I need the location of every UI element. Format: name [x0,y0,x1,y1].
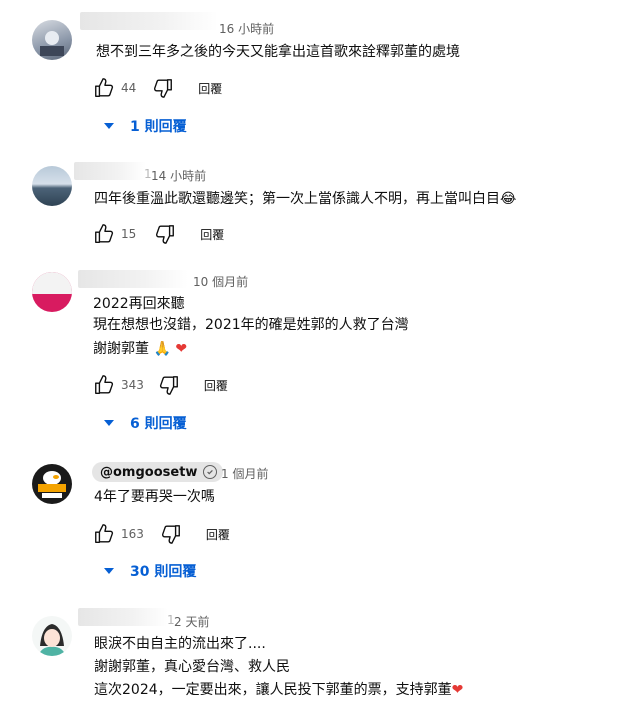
comment-text: 這次2024，一定要出來，讓人民投下郭董的票，支持郭董❤ [94,680,463,701]
comment-text-line: 謝謝郭董 [93,341,149,357]
red-heart-emoji: ❤ [451,682,464,698]
reply-button[interactable]: 回覆 [206,526,230,543]
view-replies-button[interactable]: 30 則回覆 [104,561,196,581]
username-redacted [80,12,218,30]
replies-count-label: 30 則回覆 [130,564,197,580]
comment-actions: 343 回覆 [93,373,228,397]
reply-button[interactable]: 回覆 [204,377,228,394]
comment-time: 16 小時前 [219,22,275,36]
thumbs-up-icon [95,375,114,394]
comment-actions: 163 回覆 [93,522,230,546]
avatar[interactable] [32,616,72,656]
comment-actions: 15 回覆 [93,222,224,246]
avatar[interactable] [32,166,72,206]
comment-text: 謝謝郭董 🙏 ❤ [93,339,187,360]
comment-text-line: 四年後重溫此歌還聽邊笑；第一次上當係識人不明，再上當叫白目 [94,191,500,207]
like-count: 15 [121,227,137,241]
avatar-illustration-icon [38,624,66,656]
chevron-down-icon [104,420,114,426]
comment-time: 10 個月前 [193,275,249,289]
verified-check-icon [203,465,218,479]
laughing-emoji: 😂 [500,191,517,207]
avatar[interactable] [32,272,72,312]
goose-logo-icon [38,471,66,498]
comment-text-line: 4年了要再哭一次嗎 [94,489,215,505]
view-replies-button[interactable]: 1 則回覆 [104,116,187,136]
avatar-image-icon [40,31,64,56]
dislike-button[interactable] [152,77,174,99]
thumbs-down-icon [159,376,178,395]
thumbs-up-icon [95,224,114,243]
like-count: 44 [121,81,137,95]
comment-text: 四年後重溫此歌還聽邊笑；第一次上當係識人不明，再上當叫白目😂 [94,189,516,210]
comment-time: 2 天前 [174,615,210,629]
username-redacted [78,608,168,626]
like-count: 343 [121,378,144,392]
chevron-down-icon [104,568,114,574]
dislike-button[interactable] [160,523,182,545]
like-button[interactable]: 343 [93,374,144,396]
replies-count-label: 6 則回覆 [130,416,187,432]
chevron-down-icon [104,123,114,129]
dislike-button[interactable] [158,374,180,396]
username-redacted [78,270,188,288]
comment-text-line: 謝謝郭董，真心愛台灣、救人民 [94,659,290,675]
comment-actions: 44 回覆 [93,76,222,100]
avatar-overlay [32,272,72,294]
username-redacted [74,162,146,180]
reply-button[interactable]: 回覆 [200,226,224,243]
dislike-button[interactable] [154,223,176,245]
like-button[interactable]: 163 [93,523,144,545]
avatar[interactable] [32,20,72,60]
red-heart-emoji: ❤ [175,341,188,357]
thumbs-down-icon [156,225,175,244]
comment-text-line: 現在想想也沒錯，2021年的確是姓郭的人救了台灣 [93,317,409,333]
thumbs-down-icon [161,525,180,544]
comment-time: 1 個月前 [221,467,269,481]
reply-button[interactable]: 回覆 [198,80,222,97]
avatar[interactable] [32,464,72,504]
praying-hands-emoji: 🙏 [153,341,171,357]
channel-handle: @omgoosetw [100,464,198,480]
like-button[interactable]: 44 [93,77,136,99]
comment-text-line: 想不到三年多之後的今天又能拿出這首歌來詮釋郭董的處境 [96,44,460,60]
thumbs-down-icon [154,79,173,98]
thumbs-up-icon [95,524,114,543]
view-replies-button[interactable]: 6 則回覆 [104,413,187,433]
comment-text-line: 這次2024，一定要出來，讓人民投下郭董的票，支持郭董 [94,682,452,698]
like-count: 163 [121,527,144,541]
thumbs-up-icon [95,78,114,97]
comment-time: 14 小時前 [151,169,207,183]
like-button[interactable]: 15 [93,223,136,245]
replies-count-label: 1 則回覆 [130,119,187,135]
channel-handle-chip[interactable]: @omgoosetw [92,462,224,482]
comment-text-line: 眼淚不由自主的流出來了.... [94,636,266,652]
comment-text-line: 2022再回來聽 [93,296,185,312]
